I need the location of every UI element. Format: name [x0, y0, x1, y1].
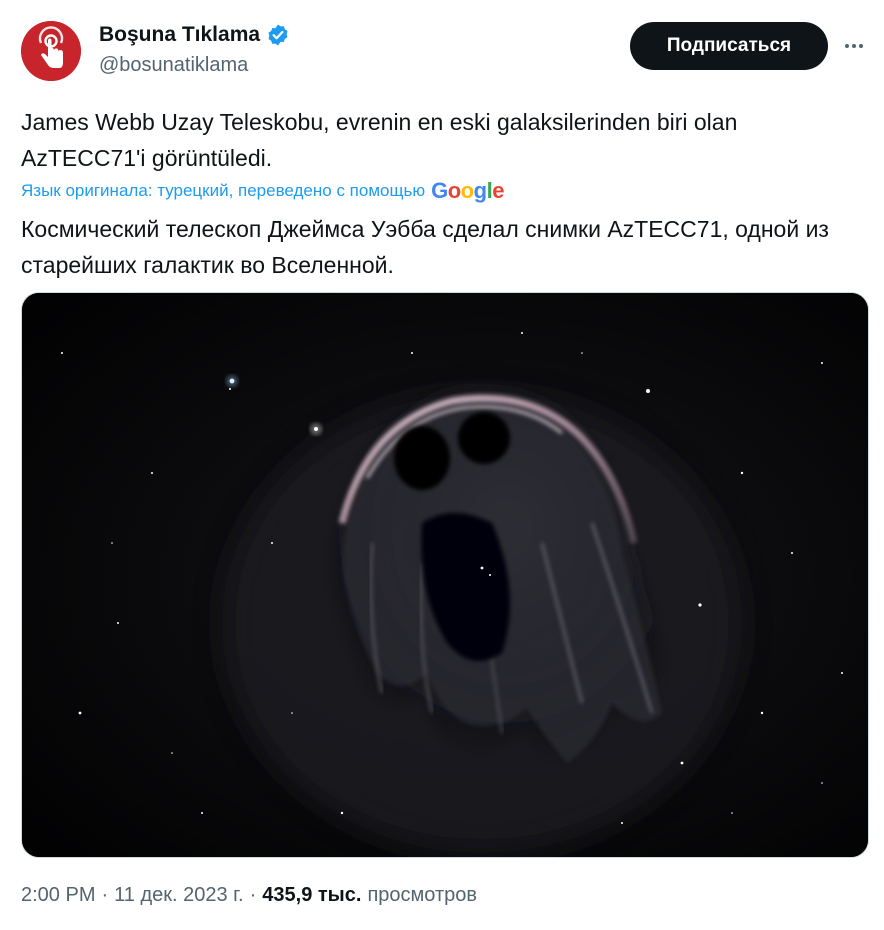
verified-badge-icon[interactable]	[266, 23, 290, 47]
more-dot	[845, 44, 849, 48]
nebula-image[interactable]	[22, 293, 869, 858]
views-label: просмотров	[367, 884, 477, 906]
translation-note-text[interactable]: Язык оригинала: турецкий, переведено с п…	[21, 181, 425, 201]
author-handle[interactable]: @bosunatiklama	[99, 54, 248, 77]
translation-note[interactable]: Язык оригинала: турецкий, переведено с п…	[21, 180, 504, 202]
more-dot	[852, 44, 856, 48]
tweet: Boşuna Tıklama @bosunatiklama Подписатьс…	[0, 0, 884, 930]
more-dot	[859, 44, 863, 48]
tweet-translated-text: Космический телескоп Джеймса Уэбба сдела…	[21, 216, 829, 278]
subscribe-button[interactable]: Подписаться	[630, 22, 828, 70]
author-name[interactable]: Boşuna Tıklama	[99, 23, 290, 47]
more-dots-icon[interactable]	[838, 32, 870, 60]
tweet-image[interactable]	[21, 292, 869, 858]
tweet-meta: 2:00 PM · 11 дек. 2023 г. · 435,9 тыс. п…	[21, 884, 477, 907]
tweet-original-text: James Webb Uzay Teleskobu, evrenin en es…	[21, 109, 738, 171]
views-count: 435,9 тыс.	[262, 884, 362, 906]
tweet-time[interactable]: 2:00 PM	[21, 884, 95, 907]
tweet-date[interactable]: 11 дек. 2023 г.	[114, 884, 243, 907]
avatar[interactable]	[21, 21, 81, 81]
tap-hand-icon	[21, 21, 81, 81]
meta-separator: ·	[249, 884, 257, 906]
meta-separator: ·	[101, 884, 109, 906]
author-display-name[interactable]: Boşuna Tıklama	[99, 23, 260, 47]
google-logo: Google	[431, 178, 504, 203]
